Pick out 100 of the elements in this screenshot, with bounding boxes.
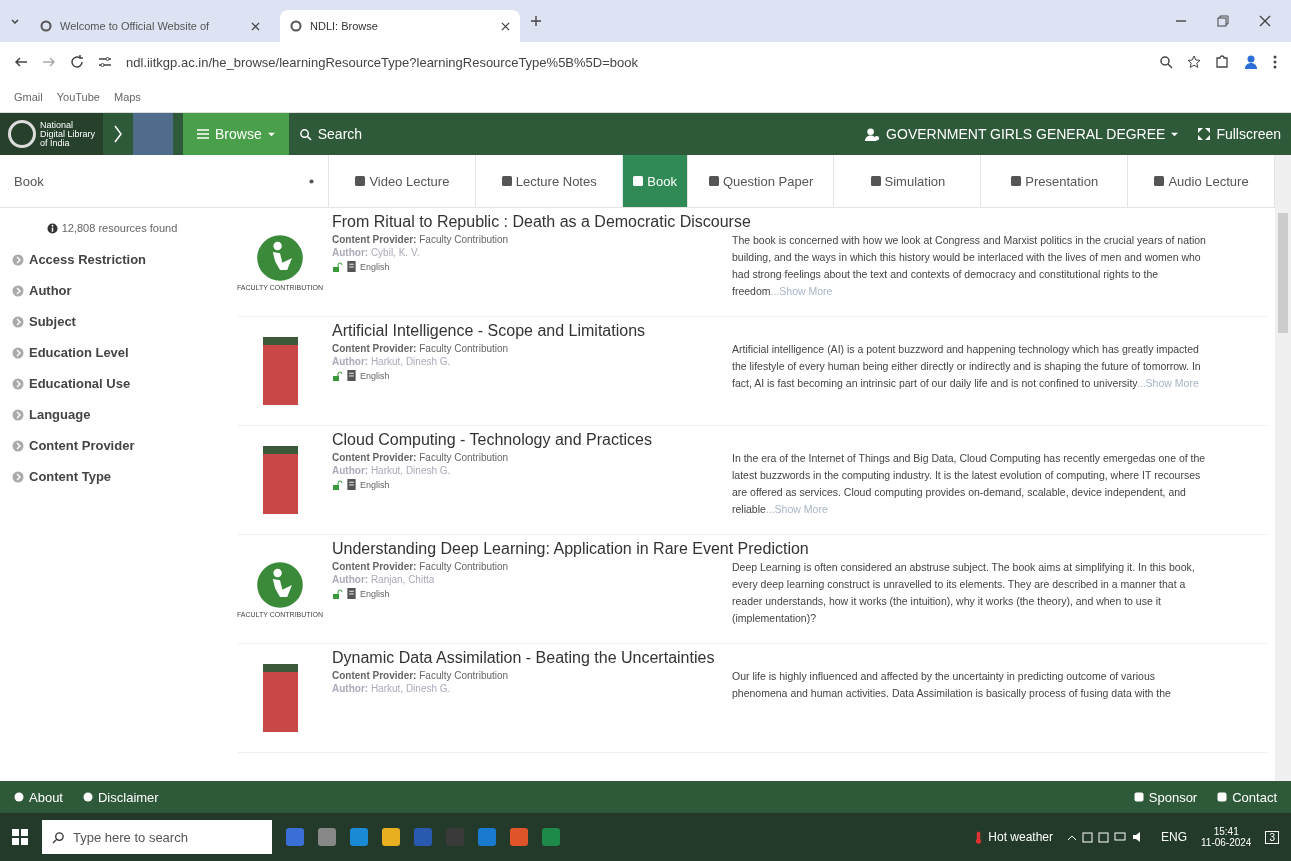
site-info-icon[interactable] — [98, 55, 112, 69]
bookmark-link[interactable]: Gmail — [14, 91, 43, 103]
chevron-right-icon[interactable] — [113, 124, 124, 144]
book-cover[interactable] — [262, 337, 298, 405]
lock-icon — [332, 261, 343, 272]
filter-item[interactable]: Subject — [12, 306, 212, 337]
reader-logo-icon — [256, 233, 304, 282]
filter-item[interactable]: Content Provider — [12, 430, 212, 461]
address-bar[interactable]: ndl.iitkgp.ac.in/he_browse/learningResourceType?learningResourceType%5B%5D=book — [126, 54, 638, 70]
bookmark-link[interactable]: Maps — [113, 91, 141, 103]
content-provider: Content Provider: Faculty Contribution — [332, 343, 510, 354]
back-icon[interactable] — [14, 55, 28, 69]
language-label: English — [360, 370, 390, 381]
square-icon — [1217, 792, 1228, 802]
close-icon[interactable] — [501, 21, 510, 31]
author-text: Author: Cybil, K. V. — [332, 247, 421, 258]
filter-item[interactable]: Educational Use — [12, 368, 212, 399]
author-text: Author: Ranjan, Chitta — [332, 574, 436, 585]
content-provider: Content Provider: Faculty Contribution — [332, 234, 510, 245]
chevron-right-icon — [12, 253, 24, 266]
book-cover[interactable] — [262, 446, 298, 514]
star-icon[interactable] — [1187, 55, 1201, 69]
author-text: Author: Harkut, Dinesh G. — [332, 356, 452, 367]
chevron-right-icon — [12, 284, 24, 297]
user-icon — [865, 126, 881, 142]
result-title[interactable]: Cloud Computing - Technology and Practices — [332, 430, 652, 450]
description-text: Deep Learning is often considered an abstruse subject. The book aims at simplifying it. In this book, every deep learning construct is unravelled to its elements. They are described in a manner that a reader understands, how it works (the intuition), why it works (the theory), and when to use it (implementation)? — [732, 560, 1196, 626]
weather-widget[interactable]: Hot weather — [975, 830, 1053, 844]
lock-icon — [332, 479, 343, 490]
type-dropdown[interactable]: Book — [0, 155, 329, 207]
author-text: Author: Harkut, Dinesh G. — [332, 465, 452, 476]
footer-link[interactable]: Contact — [1217, 789, 1277, 805]
input-language[interactable]: ENG — [1161, 830, 1187, 844]
zoom-icon[interactable] — [1159, 55, 1173, 69]
square-icon — [632, 175, 645, 187]
bookmark-link[interactable]: YouTube — [56, 91, 100, 103]
result-title[interactable]: Artificial Intelligence - Scope and Limitations — [332, 321, 646, 341]
filter-item[interactable]: Author — [12, 275, 212, 306]
chevron-down-icon[interactable] — [10, 16, 20, 26]
search-icon — [298, 127, 312, 141]
taskbar-search-field[interactable]: Type here to search — [42, 820, 272, 854]
footer-link[interactable]: About — [14, 789, 63, 805]
windows-start-icon[interactable] — [12, 829, 28, 845]
resource-type-tab[interactable]: Lecture Notes — [475, 155, 623, 207]
circle-icon — [14, 792, 24, 802]
dot-icon — [309, 178, 314, 184]
result-title[interactable]: From Ritual to Republic : Death as a Democratic Discourse — [332, 212, 751, 232]
square-icon — [1153, 175, 1166, 187]
chevron-right-icon — [12, 408, 24, 421]
resource-type-tab[interactable]: Presentation — [981, 155, 1129, 207]
browser-tab[interactable]: Welcome to Official Website of — [30, 10, 270, 42]
filter-item[interactable]: Education Level — [12, 337, 212, 368]
filter-item[interactable]: Access Restriction — [12, 244, 212, 275]
result-title[interactable]: Dynamic Data Assimilation - Beating the Uncertainties — [332, 648, 715, 668]
square-icon — [707, 175, 720, 187]
resource-type-tab[interactable]: Simulation — [834, 155, 982, 207]
search-button[interactable]: Search — [288, 113, 373, 155]
close-icon[interactable] — [1259, 15, 1271, 27]
footer-link[interactable]: Sponsor — [1133, 789, 1198, 805]
restore-icon[interactable] — [1217, 15, 1229, 27]
document-icon — [347, 261, 356, 272]
caret-icon — [267, 130, 275, 138]
menu-icon[interactable] — [1273, 55, 1277, 69]
resource-type-tab[interactable]: Question Paper — [687, 155, 835, 207]
reader-logo-icon — [256, 560, 304, 609]
filter-item[interactable]: Content Type — [12, 461, 212, 492]
search-icon — [52, 830, 65, 844]
plus-icon[interactable] — [530, 15, 542, 27]
extensions-icon[interactable] — [1215, 55, 1229, 69]
document-icon — [347, 370, 356, 381]
description-text: Artificial intelligence (AI) is a potent buzzword and happening technology which has greatly impacted the lifestyle of every human being either directly or indirectly and is shaping the future of tomorrow. In fact, AI is fast becoming an intrinsic part of our daily life and is not confined to university...Show More — [732, 342, 1202, 391]
scrollbar[interactable] — [1275, 155, 1291, 781]
site-logo[interactable]: National Digital Library of India — [0, 113, 104, 155]
square-icon — [869, 175, 882, 187]
reload-icon[interactable] — [70, 55, 84, 69]
result-title[interactable]: Understanding Deep Learning: Application in Rare Event Prediction — [332, 539, 809, 559]
notification-count[interactable]: 3 — [1265, 830, 1279, 844]
content-provider: Content Provider: Faculty Contribution — [332, 670, 510, 681]
description-text: The book is concerned with how we look at Congress and Marxist politics in the crucial years of nation building, and the ways in which this history would be interlaced with the lives of men and women who had strong feelings about the text and contexts of democracy and constitutional rights to the freedom...Show More — [732, 233, 1207, 299]
thermometer-icon — [975, 830, 983, 844]
browser-tab[interactable]: NDLI: Browse — [280, 10, 520, 42]
language-label: English — [360, 479, 390, 490]
fullscreen-button[interactable]: Fullscreen — [1188, 113, 1291, 155]
filter-item[interactable]: Language — [12, 399, 212, 430]
close-icon[interactable] — [251, 21, 260, 31]
scrollbar-thumb[interactable] — [1278, 213, 1288, 333]
document-icon — [347, 479, 356, 490]
resource-type-tab[interactable]: Video Lecture — [329, 155, 476, 207]
profile-icon[interactable] — [1243, 54, 1259, 70]
menu-icon — [197, 129, 210, 139]
institution-menu[interactable]: GOVERNMENT GIRLS GENERAL DEGREE — [855, 113, 1189, 155]
resource-type-tab[interactable]: Audio Lecture — [1128, 155, 1275, 207]
resource-type-tab[interactable]: Book — [622, 155, 688, 207]
book-cover[interactable] — [262, 664, 298, 732]
language-label: English — [360, 261, 390, 272]
description-text: In the era of the Internet of Things and Big Data, Cloud Computing has recently emergedas one of the latest buzzwords in the computing industry. It is the latest evolution of computing, where IT recourses are offered as services. Cloud computing provides on-demand, scalable, device independent, and reliable...Show More — [732, 451, 1207, 517]
clock[interactable]: 15:41 11-06-2024 — [1201, 826, 1252, 848]
chevron-right-icon — [12, 315, 24, 328]
footer-link[interactable]: Disclaimer — [83, 789, 159, 805]
language-label: English — [360, 588, 390, 599]
